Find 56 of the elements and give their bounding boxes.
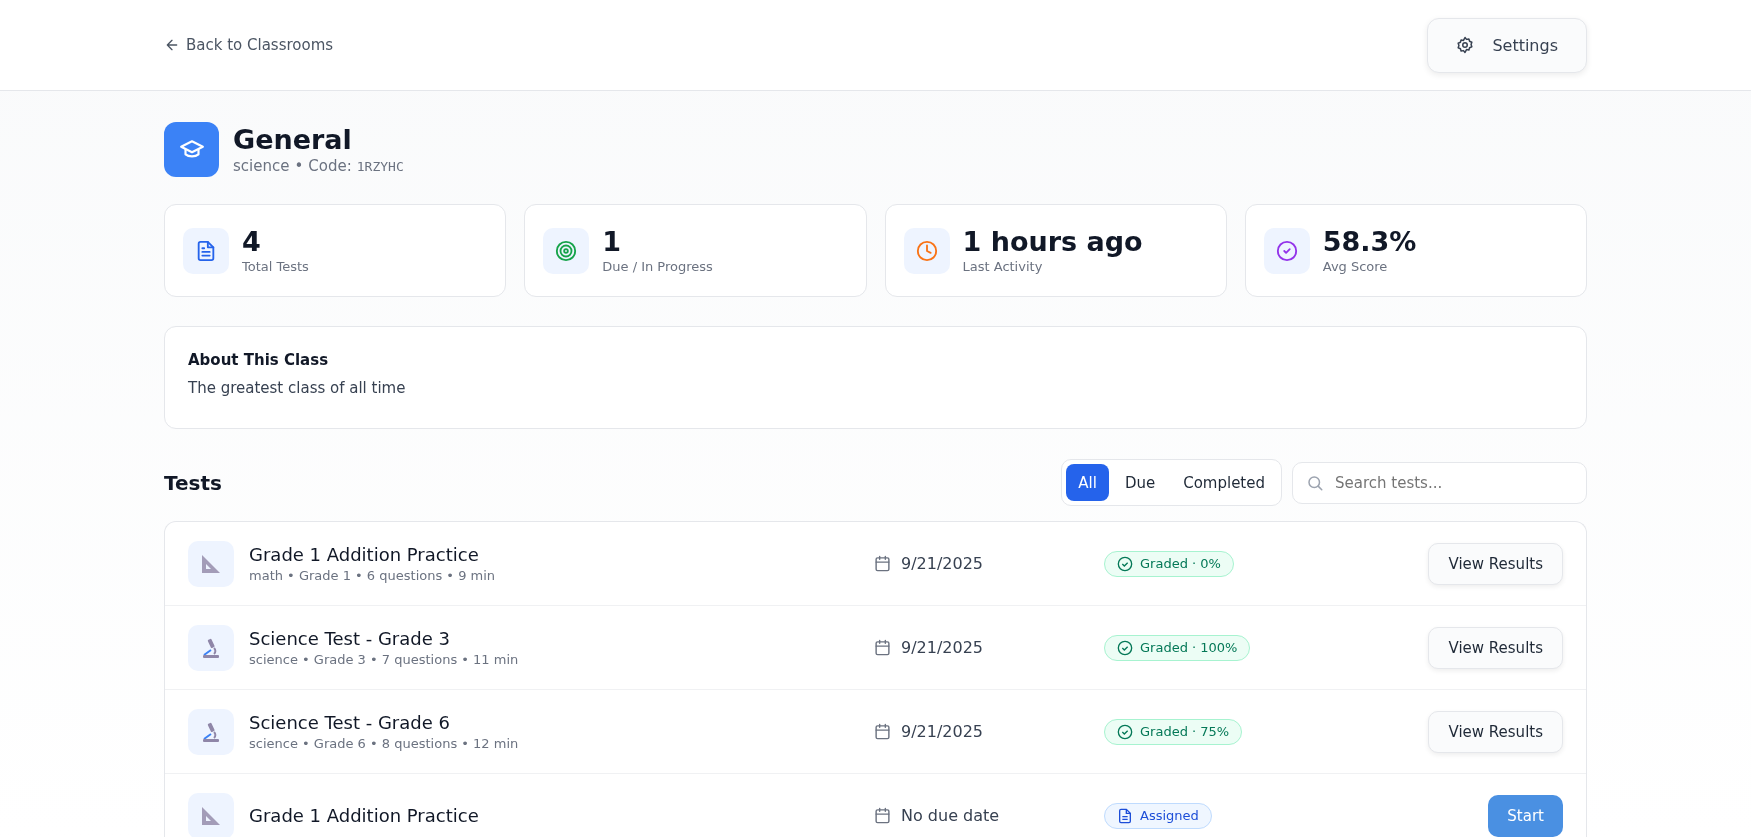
stat-value: 1 hours ago [962,227,1143,257]
section-title: Tests [164,470,222,495]
arrow-left-icon [164,37,180,53]
test-title: Science Test - Grade 3 [249,628,451,649]
due-date: 9/21/2025 [901,722,984,741]
document-icon [1117,807,1133,824]
check-circle-icon [1117,639,1133,656]
stat-value: 58.3% [1322,227,1417,257]
graduation-cap-icon [164,122,219,177]
target-icon [555,239,578,262]
stat-label: Last Activity [962,258,1044,274]
stat-value: 4 [242,227,262,257]
about-text: The greatest class of all time [188,379,407,397]
document-icon [195,239,217,262]
test-details: science • Grade 6 • 8 questions • 12 min [249,736,520,751]
calendar-icon [874,639,891,656]
class-subject: science [233,157,290,175]
search-field[interactable]: Search tests... [1292,461,1587,504]
check-circle-icon [1275,239,1298,262]
status-badge: Graded · 0% [1104,550,1234,577]
filter-tab[interactable]: Due [1112,464,1168,501]
calendar-icon [874,807,891,824]
check-circle-icon [1117,555,1133,572]
stat-value: 1 [602,227,623,257]
due-date: 9/21/2025 [901,638,984,657]
class-code: 1RZYHC [356,159,404,174]
due-date: 9/21/2025 [901,554,984,573]
clock-icon [915,239,938,262]
status-badge: Assigned [1104,802,1212,829]
calendar-icon [874,555,891,572]
check-circle-icon [1117,723,1133,740]
separator-dot: • [294,157,304,175]
filter-tab[interactable]: All [1066,464,1109,501]
view-results-button[interactable]: View Results [1428,710,1563,753]
filter-tab[interactable]: Completed [1171,464,1277,501]
stat-label: Avg Score [1322,258,1389,274]
stat-label: Due / In Progress [602,258,713,274]
class-name: General [233,124,353,155]
calendar-icon [874,723,891,740]
due-date: No due date [901,806,1000,825]
stat-label: Total Tests [242,258,309,274]
settings-button[interactable]: Settings [1427,17,1587,73]
view-results-button[interactable]: View Results [1428,626,1563,669]
test-title: Grade 1 Addition Practice [249,544,480,565]
test-title: Science Test - Grade 6 [249,712,451,733]
status-badge: Graded · 75% [1104,718,1243,745]
test-title: Grade 1 Addition Practice [249,805,480,826]
back-link[interactable]: Back to Classrooms [164,36,334,54]
test-details: math • Grade 1 • 6 questions • 9 min [249,568,497,583]
status-badge: Graded · 100% [1104,634,1251,661]
code-label: Code: [308,157,352,175]
settings-icon [1456,36,1475,54]
about-title: About This Class [188,351,330,369]
search-icon [1306,473,1324,492]
test-details: science • Grade 3 • 7 questions • 11 min [249,652,520,667]
view-results-button[interactable]: View Results [1428,542,1563,585]
